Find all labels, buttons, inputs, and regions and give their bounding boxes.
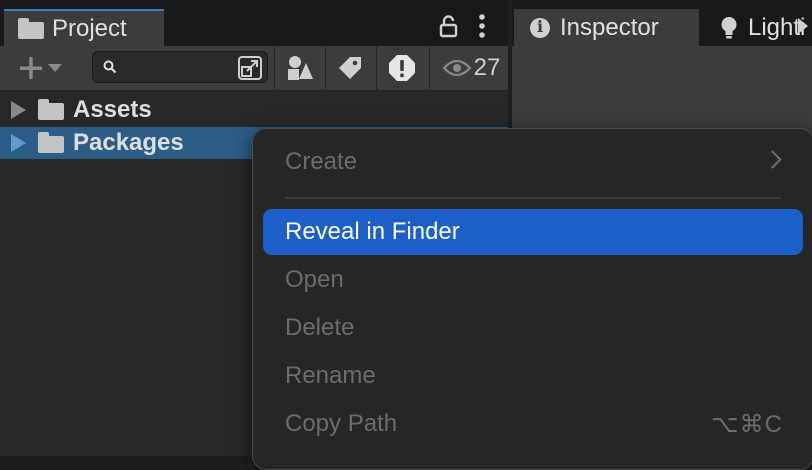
inspector-tab-bar: Inspector Lighting — [512, 0, 812, 46]
filter-by-type-button[interactable] — [276, 46, 324, 90]
eye-icon — [442, 59, 472, 77]
context-menu: Create Reveal in Finder Open Delete Rena… — [252, 128, 812, 470]
filter-by-label-button[interactable] — [326, 46, 374, 90]
search-icon — [103, 60, 117, 74]
chevron-down-icon — [48, 64, 62, 72]
tab-scroll-right-icon[interactable] — [798, 18, 808, 34]
plus-icon — [20, 57, 42, 79]
expand-arrow-icon[interactable] — [11, 101, 26, 119]
expand-arrow-icon[interactable] — [11, 134, 26, 152]
menu-item-label: Copy Path — [285, 410, 398, 437]
project-tab-bar: Project — [0, 0, 508, 46]
menu-item-copy-path[interactable]: Copy Path ⌥⌘C — [263, 401, 803, 447]
menu-separator — [285, 197, 781, 199]
panel-menu-button[interactable] — [474, 14, 490, 38]
menu-item-label: Open — [285, 266, 344, 293]
menu-item-label: Delete — [285, 314, 355, 341]
search-popout-icon — [238, 56, 262, 80]
tab-inspector-label: Inspector — [560, 13, 659, 41]
tree-item-assets[interactable]: Assets — [0, 94, 508, 126]
tab-lighting-label: Lighting — [748, 13, 804, 41]
menu-item-open[interactable]: Open — [263, 257, 803, 303]
menu-item-delete[interactable]: Delete — [263, 305, 803, 351]
search-popout-button[interactable] — [232, 46, 268, 90]
project-toolbar: 27 — [0, 46, 508, 91]
tab-project-label: Project — [52, 14, 127, 42]
tab-project[interactable]: Project — [4, 9, 164, 46]
filter-by-label-icon — [339, 57, 361, 79]
menu-item-rename[interactable]: Rename — [263, 353, 803, 399]
lock-button[interactable] — [438, 14, 460, 38]
tree-item-label: Assets — [73, 96, 152, 123]
kebab-menu-icon — [479, 14, 485, 38]
hidden-count: 27 — [473, 54, 501, 81]
menu-item-label: Create — [285, 148, 358, 175]
folder-icon — [38, 99, 64, 120]
tab-inspector[interactable]: Inspector — [514, 9, 699, 46]
menu-item-create[interactable]: Create — [263, 139, 803, 185]
chevron-right-icon — [763, 150, 782, 169]
search-input[interactable] — [123, 54, 227, 82]
error-filter-button[interactable] — [377, 46, 427, 90]
menu-item-reveal-in-finder[interactable]: Reveal in Finder — [263, 209, 803, 255]
error-filter-icon — [389, 55, 415, 81]
lightbulb-icon — [721, 16, 737, 38]
menu-item-label: Rename — [285, 362, 376, 389]
folder-icon — [18, 17, 44, 39]
tab-lighting[interactable]: Lighting — [704, 9, 804, 46]
tree-item-label: Packages — [73, 129, 184, 156]
hidden-packages-toggle[interactable]: 27 — [436, 46, 506, 90]
menu-item-label: Reveal in Finder — [285, 218, 460, 245]
info-icon — [530, 17, 550, 38]
lock-icon — [439, 15, 458, 38]
create-dropdown-button[interactable] — [10, 46, 70, 90]
menu-item-shortcut: ⌥⌘C — [711, 411, 783, 438]
folder-icon — [38, 132, 64, 153]
filter-by-type-icon — [288, 56, 313, 80]
